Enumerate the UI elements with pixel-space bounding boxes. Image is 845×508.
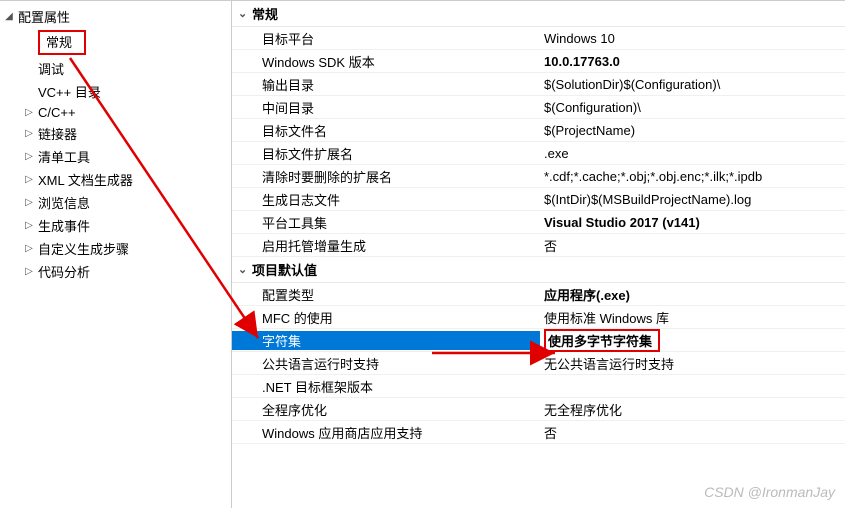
property-row[interactable]: Windows SDK 版本10.0.17763.0 [232,50,845,73]
property-row[interactable]: MFC 的使用使用标准 Windows 库 [232,306,845,329]
expand-spacer [22,62,36,76]
expand-spacer [22,36,36,50]
tree-item-label: 生成事件 [38,216,231,235]
tree-item[interactable]: ▷XML 文档生成器 [0,168,231,191]
section-header[interactable]: ⌄常规 [232,1,845,27]
property-key: 平台工具集 [232,213,540,232]
property-value[interactable]: 10.0.17763.0 [540,54,845,69]
tree-item[interactable]: 调试 [0,57,231,80]
property-value[interactable]: .exe [540,146,845,161]
property-key: 字符集 [232,331,540,350]
tree-item[interactable]: ▷自定义生成步骤 [0,237,231,260]
property-row[interactable]: 公共语言运行时支持无公共语言运行时支持 [232,352,845,375]
property-value[interactable]: $(IntDir)$(MSBuildProjectName).log [540,192,845,207]
watermark: CSDN @IronmanJay [704,484,835,500]
property-value[interactable]: 应用程序(.exe) [540,285,845,304]
tree-item-label: 代码分析 [38,262,231,281]
expand-icon[interactable]: ▷ [22,265,36,279]
property-row[interactable]: 全程序优化无全程序优化 [232,398,845,421]
property-value[interactable]: 使用多字节字符集 [540,329,845,352]
property-key: 输出目录 [232,75,540,94]
property-key: 中间目录 [232,98,540,117]
collapse-icon[interactable]: ⌄ [238,263,252,276]
collapse-icon[interactable]: ⌄ [238,7,252,20]
expand-spacer [22,85,36,99]
tree-item-label: 自定义生成步骤 [38,239,231,258]
property-value[interactable]: 无全程序优化 [540,400,845,419]
property-key: Windows 应用商店应用支持 [232,423,540,442]
property-row[interactable]: .NET 目标框架版本 [232,375,845,398]
expand-icon[interactable]: ▷ [22,150,36,164]
tree-item-label: XML 文档生成器 [38,170,231,189]
property-key: .NET 目标框架版本 [232,377,540,396]
property-value[interactable]: 无公共语言运行时支持 [540,354,845,373]
property-row[interactable]: 字符集使用多字节字符集 [232,329,845,352]
property-key: Windows SDK 版本 [232,52,540,71]
property-row[interactable]: 配置类型应用程序(.exe) [232,283,845,306]
property-value[interactable]: $(Configuration)\ [540,100,845,115]
tree-item[interactable]: 常规 [0,28,231,57]
expand-icon[interactable]: ▷ [22,242,36,256]
property-row[interactable]: 目标文件名$(ProjectName) [232,119,845,142]
property-key: MFC 的使用 [232,308,540,327]
tree-item[interactable]: ▷生成事件 [0,214,231,237]
property-value[interactable]: $(ProjectName) [540,123,845,138]
tree-item-label: 调试 [38,59,231,78]
property-row[interactable]: 中间目录$(Configuration)\ [232,96,845,119]
property-row[interactable]: Windows 应用商店应用支持否 [232,421,845,444]
tree-item[interactable]: ▷C/C++ [0,103,231,122]
expand-icon[interactable]: ▷ [22,173,36,187]
property-row[interactable]: 输出目录$(SolutionDir)$(Configuration)\ [232,73,845,96]
property-key: 全程序优化 [232,400,540,419]
property-row[interactable]: 目标文件扩展名.exe [232,142,845,165]
property-value[interactable]: $(SolutionDir)$(Configuration)\ [540,77,845,92]
tree-item-label: 常规 [38,30,231,55]
property-value[interactable]: Windows 10 [540,31,845,46]
property-key: 目标文件扩展名 [232,144,540,163]
property-value[interactable]: 否 [540,236,845,255]
tree-item-label: C/C++ [38,105,231,120]
property-value[interactable]: Visual Studio 2017 (v141) [540,215,845,230]
tree-item[interactable]: ▷链接器 [0,122,231,145]
tree-item[interactable]: VC++ 目录 [0,80,231,103]
expand-icon[interactable]: ▷ [22,196,36,210]
property-row[interactable]: 目标平台Windows 10 [232,27,845,50]
tree-root-label: 配置属性 [18,7,231,26]
section-title: 常规 [252,4,278,23]
property-key: 配置类型 [232,285,540,304]
tree-item-label: VC++ 目录 [38,82,231,101]
property-key: 目标文件名 [232,121,540,140]
tree-item-label: 清单工具 [38,147,231,166]
property-key: 目标平台 [232,29,540,48]
property-value[interactable]: 使用标准 Windows 库 [540,308,845,327]
property-key: 公共语言运行时支持 [232,354,540,373]
tree-item[interactable]: ▷清单工具 [0,145,231,168]
property-row[interactable]: 清除时要删除的扩展名*.cdf;*.cache;*.obj;*.obj.enc;… [232,165,845,188]
property-key: 启用托管增量生成 [232,236,540,255]
property-value[interactable]: 否 [540,423,845,442]
tree-root[interactable]: ◢ 配置属性 [0,5,231,28]
tree-item-label: 浏览信息 [38,193,231,212]
property-row[interactable]: 平台工具集Visual Studio 2017 (v141) [232,211,845,234]
expand-icon[interactable]: ▷ [22,127,36,141]
property-key: 生成日志文件 [232,190,540,209]
config-tree[interactable]: ◢ 配置属性 常规调试VC++ 目录▷C/C++▷链接器▷清单工具▷XML 文档… [0,0,232,508]
property-key: 清除时要删除的扩展名 [232,167,540,186]
tree-item[interactable]: ▷代码分析 [0,260,231,283]
property-row[interactable]: 生成日志文件$(IntDir)$(MSBuildProjectName).log [232,188,845,211]
property-value[interactable]: *.cdf;*.cache;*.obj;*.obj.enc;*.ilk;*.ip… [540,169,845,184]
section-title: 项目默认值 [252,260,317,279]
expand-icon[interactable]: ▷ [22,106,36,120]
expand-icon[interactable]: ◢ [2,10,16,24]
expand-icon[interactable]: ▷ [22,219,36,233]
property-row[interactable]: 启用托管增量生成否 [232,234,845,257]
tree-item[interactable]: ▷浏览信息 [0,191,231,214]
section-header[interactable]: ⌄项目默认值 [232,257,845,283]
property-grid[interactable]: ⌄常规目标平台Windows 10Windows SDK 版本10.0.1776… [232,0,845,508]
tree-item-label: 链接器 [38,124,231,143]
